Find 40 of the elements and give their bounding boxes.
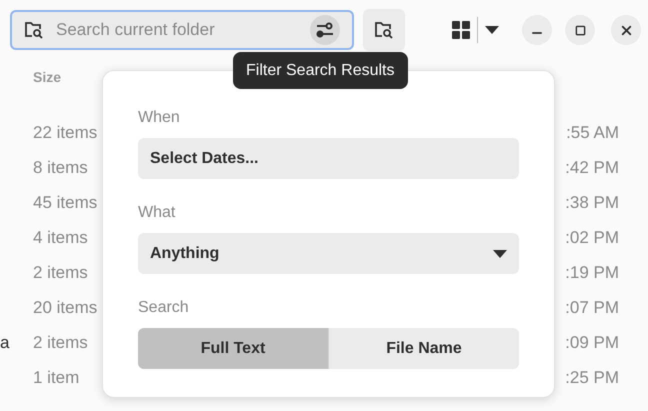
caret-icon [493, 250, 507, 258]
when-label: When [138, 108, 181, 128]
size-cell-text: 2 items [33, 262, 88, 284]
what-dropdown[interactable]: Anything [138, 233, 519, 274]
caret-icon [485, 26, 499, 34]
search-folder-button[interactable] [363, 9, 405, 51]
modified-cell-text: :55 AM [566, 122, 619, 144]
size-cell-text: 8 items [33, 156, 88, 179]
what-label: What [138, 203, 176, 223]
search-mode-tab[interactable]: File Name [328, 328, 519, 369]
folder-search-icon [24, 21, 44, 39]
size-cell-text: 45 items [33, 192, 98, 214]
search-mode-tab[interactable]: Full Text [138, 328, 328, 369]
minimize-button[interactable] [522, 15, 552, 45]
size-cell-text: 4 items [33, 226, 88, 249]
tooltip: Filter Search Results [233, 52, 408, 89]
grid-icon [452, 21, 470, 39]
column-header: Size [33, 68, 62, 86]
size-cell-text: 1 item [33, 366, 80, 389]
toggle-icon [316, 22, 334, 38]
size-cell-text: 22 items [33, 122, 98, 144]
modified-cell-text: :42 PM [565, 156, 619, 179]
size-cell-text: 2 items [33, 332, 88, 354]
modified-cell-text: :38 PM [565, 192, 619, 214]
select-dates-button[interactable]: Select Dates... [138, 138, 519, 179]
folder-search-icon [374, 21, 394, 39]
maximize-button[interactable] [565, 15, 595, 45]
search-input[interactable]: Search current folder [56, 17, 298, 43]
maximize-icon [574, 24, 586, 36]
modified-cell-text: :02 PM [565, 226, 619, 249]
filter-button[interactable] [310, 15, 340, 45]
modified-cell-text: :25 PM [565, 366, 619, 389]
search-label: Search [138, 298, 190, 318]
search-field[interactable]: Search current folder [10, 10, 354, 50]
size-cell-text: 20 items [33, 296, 98, 319]
modified-cell-text: :19 PM [565, 262, 619, 284]
modified-cell-text: :07 PM [565, 296, 619, 319]
file-name: a [0, 332, 10, 354]
modified-cell-text: :09 PM [565, 332, 619, 354]
close-button[interactable] [611, 15, 641, 45]
